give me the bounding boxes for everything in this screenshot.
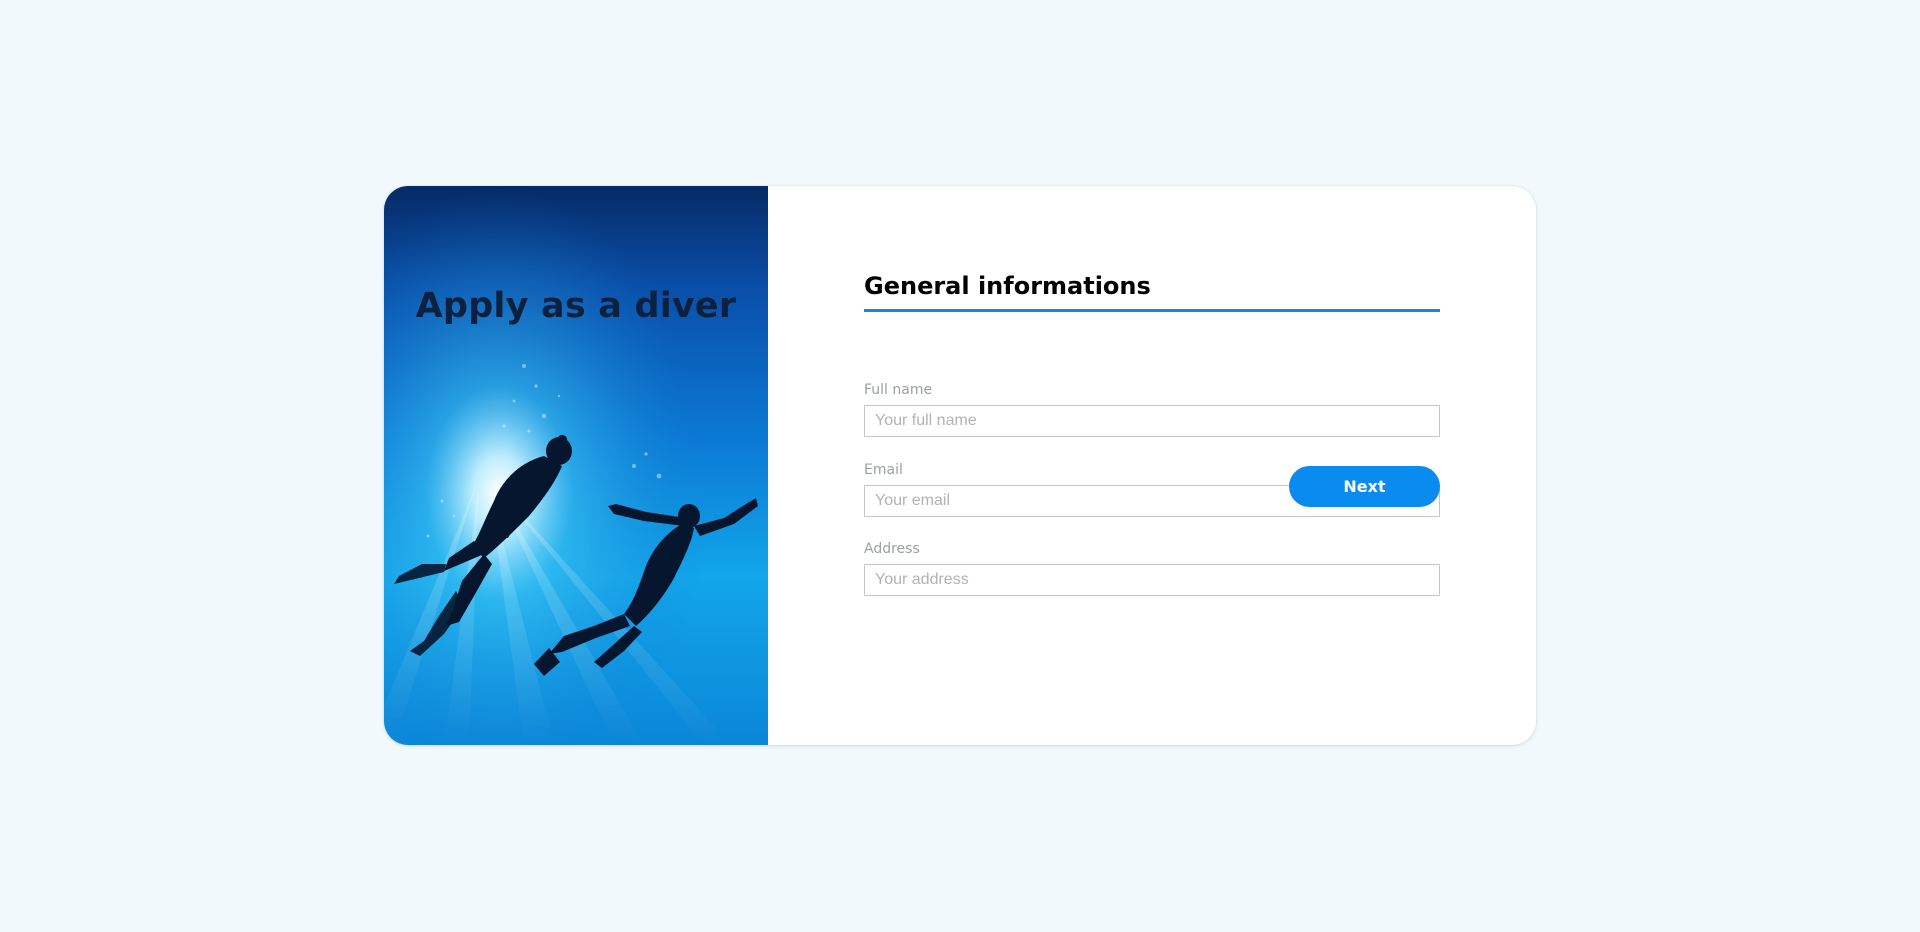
hero-title: Apply as a diver: [415, 286, 737, 326]
address-input[interactable]: [864, 564, 1440, 596]
section-title: General informations: [864, 272, 1440, 312]
hero-panel: Apply as a diver: [384, 186, 768, 745]
address-field: Address: [864, 539, 1440, 596]
full-name-input[interactable]: [864, 405, 1440, 437]
full-name-label: Full name: [864, 382, 933, 398]
application-card: Apply as a diver General informations Fu…: [384, 186, 1536, 745]
divers-image: [384, 186, 768, 745]
address-label: Address: [864, 541, 920, 557]
general-info-form: General informations Full name Email Add…: [864, 272, 1440, 596]
next-button[interactable]: Next: [1289, 466, 1440, 507]
full-name-field: Full name: [864, 380, 1440, 437]
